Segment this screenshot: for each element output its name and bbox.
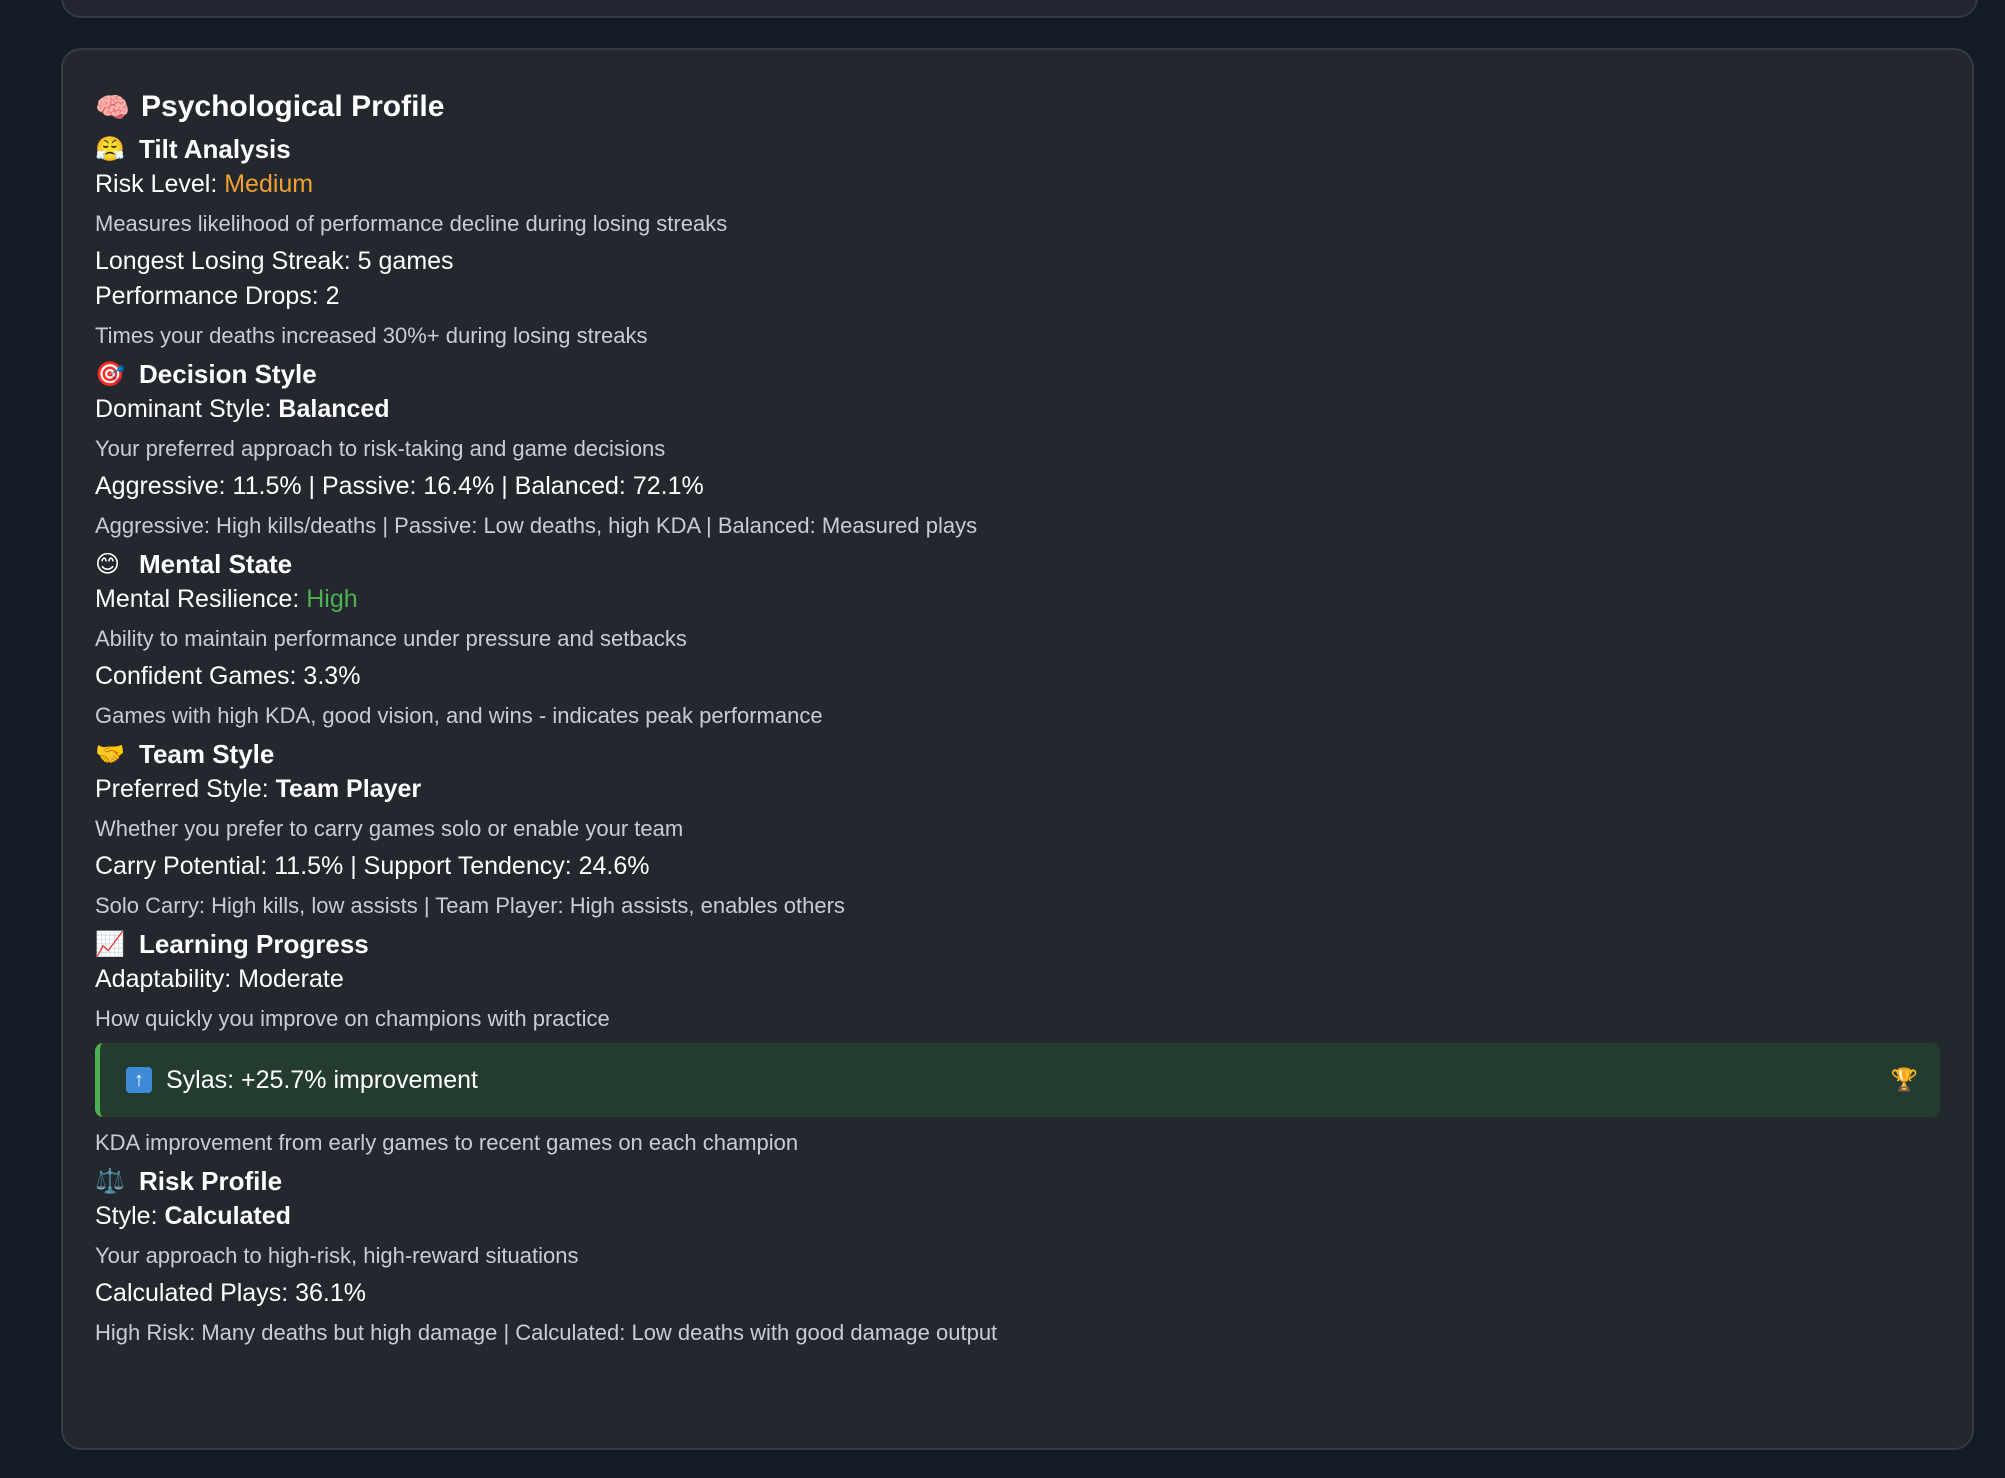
improvement-description: KDA improvement from early games to rece…: [95, 1130, 799, 1155]
performance-drops-description: Times your deaths increased 30%+ during …: [95, 323, 648, 348]
risk-style-value: Calculated: [164, 1202, 291, 1230]
adaptability-description: How quickly you improve on champions wit…: [95, 1006, 610, 1031]
carry-support-description: Solo Carry: High kills, low assists | Te…: [95, 893, 845, 918]
decision-breakdown-description: Aggressive: High kills/deaths | Passive:…: [95, 513, 978, 538]
mental-resilience-value: High: [306, 585, 358, 613]
profile-title-row: 🧠 Psychological Profile: [95, 84, 1940, 130]
tilt-analysis-section: 😤 Tilt Analysis Risk Level: Medium Measu…: [95, 131, 1940, 352]
adaptability: Adaptability: Moderate: [95, 965, 344, 993]
mental-resilience-label: Mental Resilience:: [95, 585, 307, 613]
dominant-style: Dominant Style: Balanced: [95, 392, 1940, 427]
handshake-icon: 🤝: [95, 740, 125, 768]
learning-heading-row: 📈 Learning Progress: [95, 926, 1940, 962]
learning-heading: Learning Progress: [139, 928, 369, 959]
risk-level-label: Risk Level:: [95, 170, 225, 198]
calculated-plays-description: High Risk: Many deaths but high damage |…: [95, 1320, 998, 1345]
preferred-style-value: Team Player: [275, 775, 422, 803]
risk-level-description: Measures likelihood of performance decli…: [95, 211, 728, 236]
decision-heading: Decision Style: [139, 358, 317, 389]
mental-resilience-description: Ability to maintain performance under pr…: [95, 626, 687, 651]
mental-heading: Mental State: [139, 548, 293, 579]
preferred-style-description: Whether you prefer to carry games solo o…: [95, 816, 684, 841]
chart-increasing-icon: 📈: [95, 930, 125, 958]
dominant-style-label: Dominant Style:: [95, 395, 279, 423]
calculated-plays: Calculated Plays: 36.1%: [95, 1279, 366, 1307]
longest-losing-streak: Longest Losing Streak: 5 games: [95, 247, 454, 275]
psychological-profile-card: 🧠 Psychological Profile 😤 Tilt Analysis …: [61, 48, 1974, 1450]
target-icon: 🎯: [95, 360, 125, 388]
team-heading-row: 🤝 Team Style: [95, 736, 1940, 772]
risk-profile-section: ⚖️ Risk Profile Style: Calculated Your a…: [95, 1163, 1940, 1349]
risk-heading: Risk Profile: [139, 1165, 283, 1196]
carry-support-breakdown: Carry Potential: 11.5% | Support Tendenc…: [95, 852, 650, 880]
dominant-style-description: Your preferred approach to risk-taking a…: [95, 436, 666, 461]
profile-title: Psychological Profile: [141, 90, 445, 123]
preferred-style: Preferred Style: Team Player: [95, 772, 1940, 807]
dominant-style-value: Balanced: [278, 395, 390, 423]
mental-state-section: 😊 Mental State Mental Resilience: High A…: [95, 546, 1940, 732]
brain-icon: 🧠: [95, 91, 130, 123]
decision-breakdown: Aggressive: 11.5% | Passive: 16.4% | Bal…: [95, 472, 704, 500]
confident-games-description: Games with high KDA, good vision, and wi…: [95, 703, 823, 728]
smiling-face-icon: 😊: [95, 550, 121, 578]
decision-style-section: 🎯 Decision Style Dominant Style: Balance…: [95, 356, 1940, 542]
risk-style-description: Your approach to high-risk, high-reward …: [95, 1243, 579, 1268]
tilt-heading-row: 😤 Tilt Analysis: [95, 131, 1940, 167]
risk-level-value: Medium: [224, 170, 314, 198]
mental-heading-row: 😊 Mental State: [95, 546, 1940, 582]
risk-level: Risk Level: Medium: [95, 167, 1940, 202]
champion-improvement-item: ↑ Sylas: +25.7% improvement 🏆: [95, 1043, 1940, 1117]
confident-games: Confident Games: 3.3%: [95, 662, 361, 690]
steaming-face-icon: 😤: [95, 135, 125, 163]
decision-heading-row: 🎯 Decision Style: [95, 356, 1940, 392]
performance-drops: Performance Drops: 2: [95, 282, 340, 310]
risk-style: Style: Calculated: [95, 1199, 1940, 1234]
up-arrow-icon: ↑: [126, 1067, 152, 1093]
balance-scale-icon: ⚖️: [95, 1167, 125, 1195]
preferred-style-label: Preferred Style:: [95, 775, 276, 803]
learning-progress-section: 📈 Learning Progress Adaptability: Modera…: [95, 926, 1940, 1159]
champion-improvement-text: Sylas: +25.7% improvement: [166, 1065, 478, 1094]
team-heading: Team Style: [139, 738, 275, 769]
previous-card: [61, 0, 1978, 18]
risk-style-label: Style:: [95, 1202, 165, 1230]
tilt-heading: Tilt Analysis: [139, 133, 291, 164]
team-style-section: 🤝 Team Style Preferred Style: Team Playe…: [95, 736, 1940, 922]
trophy-icon: 🏆: [1890, 1067, 1918, 1092]
mental-resilience: Mental Resilience: High: [95, 582, 1940, 617]
risk-heading-row: ⚖️ Risk Profile: [95, 1163, 1940, 1199]
